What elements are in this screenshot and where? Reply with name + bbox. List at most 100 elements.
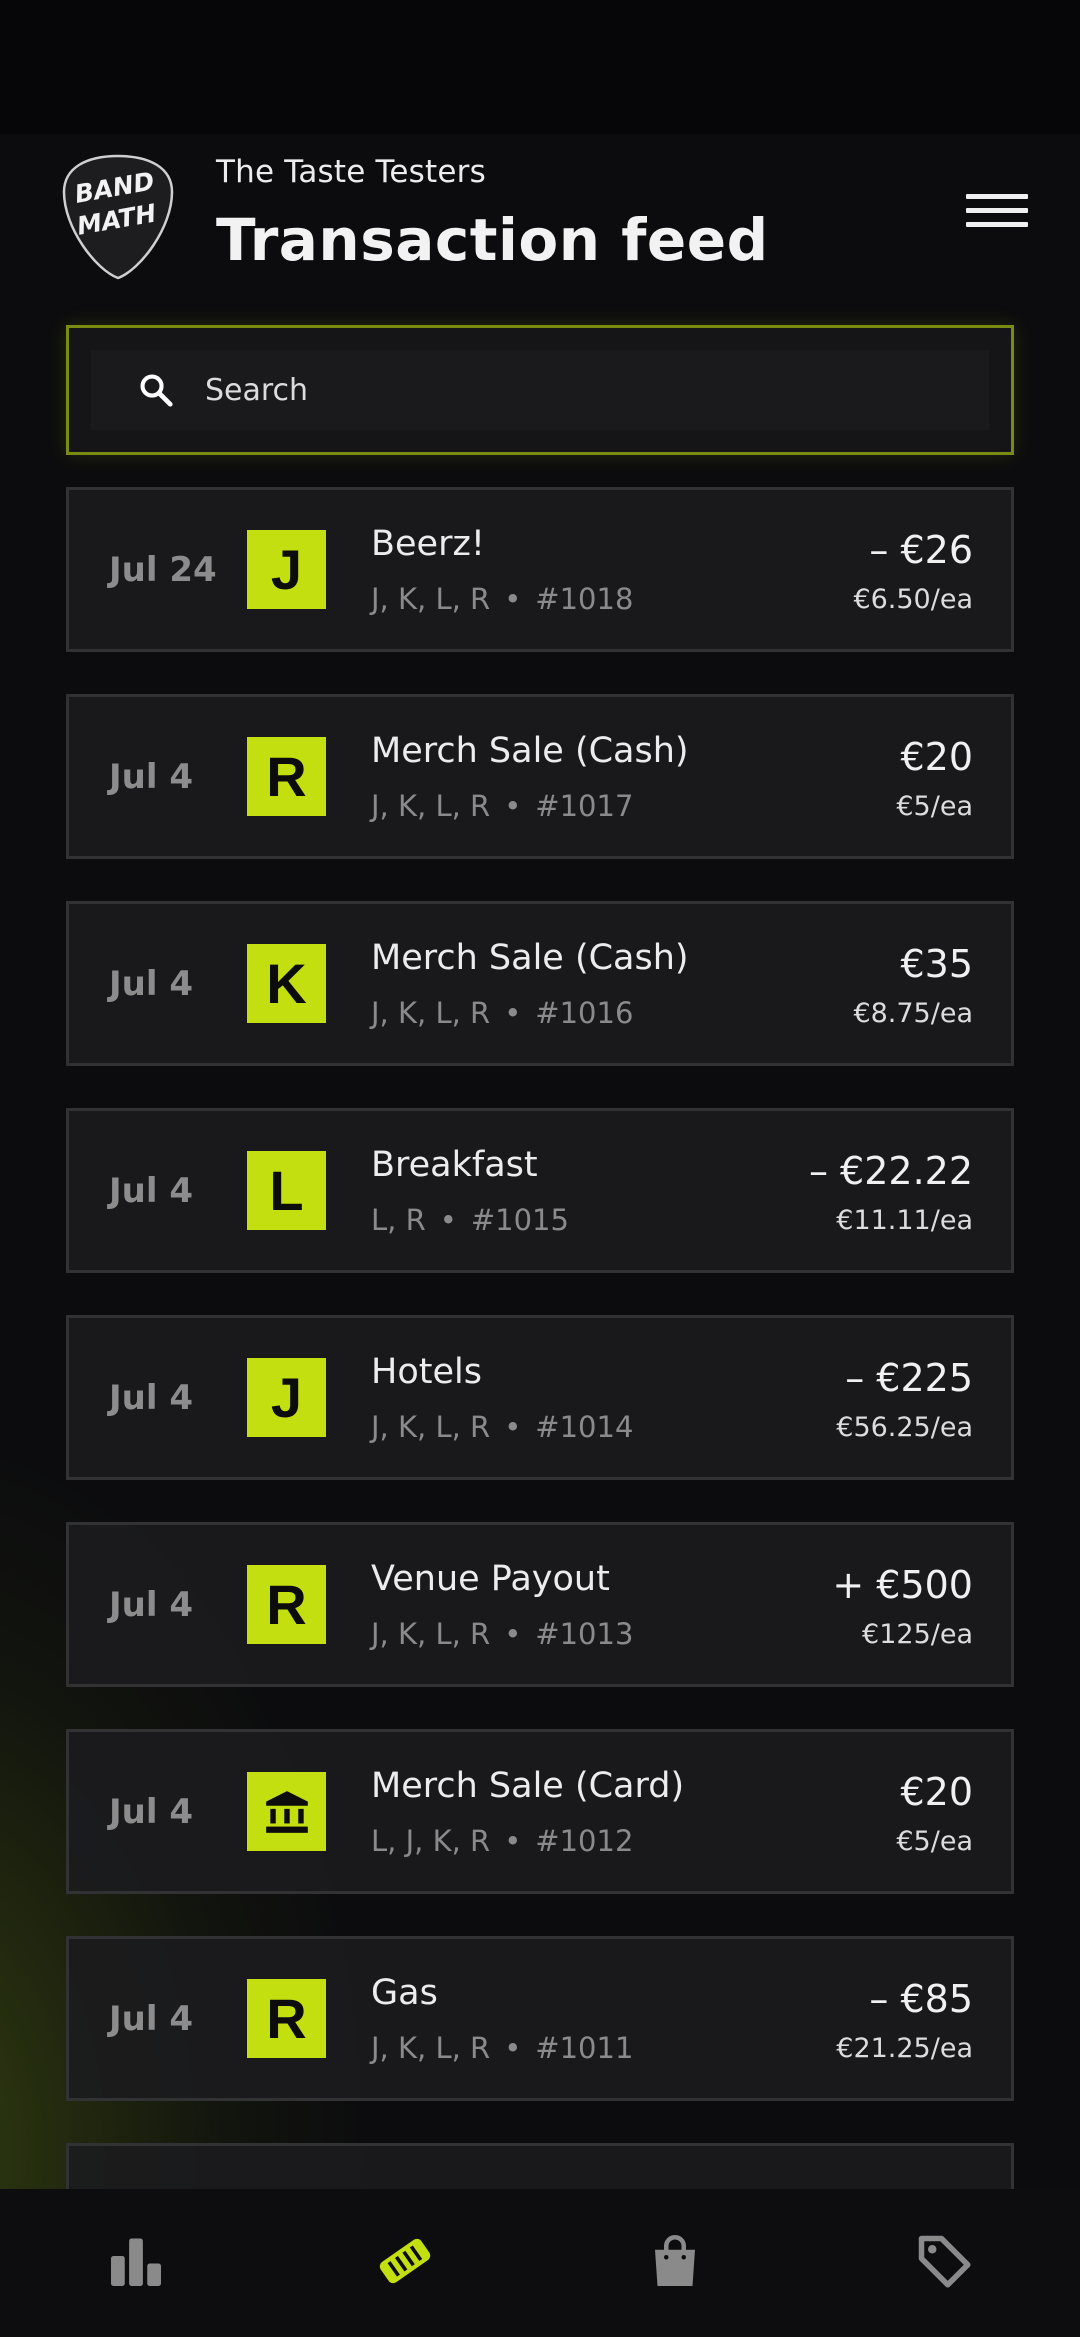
transaction-title: Breakfast <box>371 1145 538 1185</box>
transaction-number: #1015 <box>470 1203 569 1237</box>
nav-merch[interactable] <box>639 2225 711 2297</box>
transaction-meta: J, K, L, R • #1014 <box>371 1410 633 1444</box>
page-title: Transaction feed <box>216 206 769 274</box>
transaction-amount: – €26 <box>869 528 973 572</box>
transaction-meta: L, J, K, R • #1012 <box>371 1824 633 1858</box>
transaction-per-person: €21.25/ea <box>836 2033 973 2064</box>
search-field[interactable] <box>91 350 989 430</box>
transaction-amount: €35 <box>900 942 973 986</box>
transaction-number: #1016 <box>535 996 634 1030</box>
nav-transactions[interactable] <box>369 2225 441 2297</box>
transaction-card[interactable]: Jul 4 Merch Sale (Card) L, J, K, R • #1012… <box>66 1729 1014 1894</box>
transaction-card[interactable]: Jul 4 R Venue Payout J, K, L, R • #1013 + … <box>66 1522 1014 1687</box>
transaction-date: Jul 4 <box>109 1170 194 1211</box>
separator-dot: • <box>504 1824 522 1858</box>
transaction-title: Hotels <box>371 1352 482 1392</box>
transaction-members: J, K, L, R <box>371 582 491 616</box>
status-bar <box>0 0 1080 134</box>
transaction-number: #1014 <box>535 1410 634 1444</box>
header: BAND MATH The Taste Testers Transaction … <box>0 134 1080 324</box>
transaction-members: J, K, L, R <box>371 2031 491 2065</box>
transaction-members: J, K, L, R <box>371 996 491 1030</box>
transaction-per-person: €8.75/ea <box>853 998 973 1029</box>
transaction-card[interactable]: Jul 4 K Merch Sale (Cash) J, K, L, R • #10… <box>66 901 1014 1066</box>
transaction-number: #1018 <box>535 582 634 616</box>
transaction-date: Jul 24 <box>109 549 217 590</box>
transaction-card[interactable]: Jul 4 R Gas J, K, L, R • #1011 – €85 €21.2… <box>66 1936 1014 2101</box>
transaction-amount: – €85 <box>869 1977 973 2021</box>
transaction-members: L, R <box>371 1203 426 1237</box>
transaction-date: Jul 4 <box>109 1584 194 1625</box>
member-avatar: L <box>247 1151 326 1230</box>
transaction-meta: L, R • #1015 <box>371 1203 569 1237</box>
transaction-card[interactable]: Jul 24 J Beerz! J, K, L, R • #1018 – €26 €… <box>66 487 1014 652</box>
transaction-title: Merch Sale (Card) <box>371 1766 685 1806</box>
search-box <box>66 325 1014 455</box>
transaction-members: J, K, L, R <box>371 1617 491 1651</box>
transaction-amount: – €225 <box>845 1356 973 1400</box>
transaction-date: Jul 4 <box>109 1998 194 2039</box>
transaction-amount: + €500 <box>832 1563 973 1607</box>
transaction-card-partial[interactable] <box>66 2143 1014 2189</box>
transaction-per-person: €5/ea <box>896 791 973 822</box>
separator-dot: • <box>504 582 522 616</box>
nav-stats[interactable] <box>100 2225 172 2297</box>
menu-icon-bar <box>966 194 1028 199</box>
member-avatar: R <box>247 1979 326 2058</box>
hamburger-menu-button[interactable] <box>966 194 1028 244</box>
transaction-meta: J, K, L, R • #1016 <box>371 996 633 1030</box>
transaction-amount: – €22.22 <box>808 1149 973 1193</box>
transaction-card[interactable]: Jul 4 L Breakfast L, R • #1015 – €22.22 €1… <box>66 1108 1014 1273</box>
transaction-per-person: €11.11/ea <box>836 1205 973 1236</box>
transaction-per-person: €125/ea <box>862 1619 973 1650</box>
band-name: The Taste Testers <box>216 154 486 190</box>
transaction-date: Jul 4 <box>109 963 194 1004</box>
member-avatar: R <box>247 737 326 816</box>
separator-dot: • <box>504 1410 522 1444</box>
bar-chart-icon <box>111 2238 161 2286</box>
transaction-meta: J, K, L, R • #1011 <box>371 2031 633 2065</box>
member-avatar: J <box>247 530 326 609</box>
transaction-members: L, J, K, R <box>371 1824 491 1858</box>
transaction-number: #1013 <box>535 1617 634 1651</box>
transaction-card[interactable]: Jul 4 J Hotels J, K, L, R • #1014 – €225 €… <box>66 1315 1014 1480</box>
handshake-icon <box>379 2238 431 2284</box>
transaction-feed: Jul 24 J Beerz! J, K, L, R • #1018 – €26 €… <box>66 487 1014 2189</box>
transaction-amount: €20 <box>900 735 973 779</box>
transaction-meta: J, K, L, R • #1013 <box>371 1617 633 1651</box>
menu-icon-bar <box>966 222 1028 227</box>
tag-icon <box>918 2235 971 2288</box>
transaction-title: Venue Payout <box>371 1559 610 1599</box>
transaction-members: J, K, L, R <box>371 1410 491 1444</box>
separator-dot: • <box>439 1203 457 1237</box>
transaction-title: Merch Sale (Cash) <box>371 938 689 978</box>
member-avatar: R <box>247 1565 326 1644</box>
separator-dot: • <box>504 789 522 823</box>
transaction-title: Merch Sale (Cash) <box>371 731 689 771</box>
nav-tags[interactable] <box>908 2225 980 2297</box>
bottom-nav <box>0 2189 1080 2337</box>
transaction-date: Jul 4 <box>109 756 194 797</box>
band-math-logo: BAND MATH <box>62 154 174 280</box>
menu-icon-bar <box>966 208 1028 213</box>
app-screen: BAND MATH The Taste Testers Transaction … <box>0 0 1080 2337</box>
transaction-title: Gas <box>371 1973 438 2013</box>
search-icon <box>140 374 173 407</box>
transaction-number: #1011 <box>535 2031 634 2065</box>
transaction-card[interactable]: Jul 4 R Merch Sale (Cash) J, K, L, R • #10… <box>66 694 1014 859</box>
bank-icon <box>265 1790 308 1833</box>
separator-dot: • <box>504 1617 522 1651</box>
transaction-per-person: €56.25/ea <box>836 1412 973 1443</box>
transaction-amount: €20 <box>900 1770 973 1814</box>
shopping-bag-icon <box>655 2235 695 2286</box>
member-avatar: K <box>247 944 326 1023</box>
transaction-date: Jul 4 <box>109 1791 194 1832</box>
transaction-meta: J, K, L, R • #1017 <box>371 789 633 823</box>
search-input[interactable] <box>205 360 989 420</box>
separator-dot: • <box>504 996 522 1030</box>
transaction-number: #1017 <box>535 789 634 823</box>
transaction-number: #1012 <box>535 1824 634 1858</box>
separator-dot: • <box>504 2031 522 2065</box>
member-avatar: J <box>247 1358 326 1437</box>
transaction-per-person: €5/ea <box>896 1826 973 1857</box>
